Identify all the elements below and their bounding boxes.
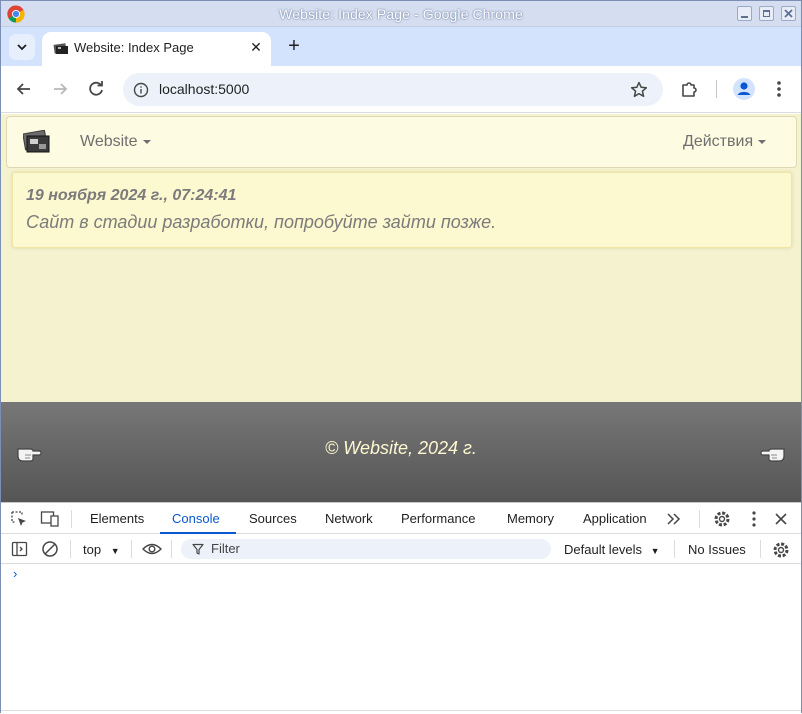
settings-gear-icon[interactable] [712, 509, 732, 529]
url-text: localhost:5000 [159, 81, 250, 97]
minimize-button[interactable] [737, 6, 752, 21]
devtools-tabbar: Elements Console Sources Network Perform… [1, 503, 801, 534]
dropdown-arrow-icon: ▼ [650, 546, 660, 556]
window-title: Website: Index Page - Google Chrome [279, 6, 523, 22]
dropdown-arrow-icon: ▼ [110, 546, 120, 556]
site-footer: © Website, 2024 г. [1, 402, 801, 502]
close-icon [784, 9, 793, 18]
tab-memory[interactable]: Memory [507, 511, 554, 526]
tab-title: Website: Index Page [74, 40, 194, 55]
maximize-button[interactable] [759, 6, 774, 21]
tab-strip: Website: Index Page ✕ + [1, 27, 801, 66]
devtools-divider [71, 510, 72, 528]
filter-placeholder: Filter [211, 541, 240, 556]
page-viewport: Website Действия 19 ноября 2024 г., 07:2… [1, 114, 801, 502]
site-info-icon[interactable] [133, 82, 149, 98]
site-logo[interactable] [23, 130, 51, 154]
caret-down-icon [142, 139, 151, 144]
tab-network[interactable]: Network [325, 511, 373, 526]
notice-alert: 19 ноября 2024 г., 07:24:41 Сайт в стади… [12, 172, 792, 248]
alert-date: 19 ноября 2024 г., 07:24:41 [26, 187, 237, 204]
tab-search-button[interactable] [9, 34, 35, 60]
new-tab-button[interactable]: + [282, 35, 306, 59]
log-levels-label: Default levels [564, 542, 643, 557]
devtools-panel: Elements Console Sources Network Perform… [1, 502, 801, 714]
devtools-divider [699, 510, 700, 528]
devtools-divider [70, 540, 71, 558]
context-selector[interactable]: top ▼ [83, 542, 120, 557]
pointing-hand-left-icon[interactable] [759, 440, 787, 464]
issues-counter[interactable]: No Issues [688, 542, 746, 557]
reload-icon[interactable] [84, 77, 108, 101]
footer-copyright: © Website, 2024 г. [325, 438, 477, 458]
console-filter-input[interactable]: Filter [181, 539, 551, 559]
log-levels-dropdown[interactable]: Default levels ▼ [564, 542, 660, 557]
devtools-more-icon[interactable] [745, 509, 763, 529]
tab-elements[interactable]: Elements [90, 511, 144, 526]
back-icon[interactable] [12, 77, 36, 101]
inspect-element-icon[interactable] [10, 510, 28, 528]
browser-window: Website: Index Page - Google Chrome Webs… [0, 0, 802, 714]
devtools-divider [171, 540, 172, 558]
devtools-divider [674, 540, 675, 558]
tab-performance[interactable]: Performance [401, 511, 475, 526]
browser-tab[interactable]: Website: Index Page ✕ [42, 32, 271, 66]
more-menu-icon[interactable] [769, 78, 789, 100]
tab-close-button[interactable]: ✕ [247, 38, 265, 56]
website-menu-label: Website [80, 133, 138, 150]
console-settings-gear-icon[interactable] [771, 540, 791, 560]
alert-message: Сайт в стадии разработки, попробуйте зай… [26, 212, 497, 232]
browser-toolbar: localhost:5000 [1, 66, 801, 113]
site-navbar: Website Действия [6, 116, 797, 168]
bookmark-star-icon[interactable] [629, 80, 649, 100]
filter-funnel-icon [192, 543, 204, 555]
title-bar: Website: Index Page - Google Chrome [1, 1, 801, 27]
toolbar-divider [716, 80, 717, 98]
devtools-divider [760, 540, 761, 558]
console-prompt[interactable]: › [13, 566, 17, 581]
context-selector-label: top [83, 542, 102, 557]
actions-menu-label: Действия [683, 133, 754, 150]
extensions-icon[interactable] [679, 78, 701, 100]
close-window-button[interactable] [781, 6, 796, 21]
caret-down-icon [758, 139, 767, 144]
site-favicon-icon [53, 43, 68, 54]
close-devtools-icon[interactable] [773, 511, 789, 527]
forward-icon[interactable] [48, 77, 72, 101]
address-bar[interactable]: localhost:5000 [123, 73, 663, 106]
chevron-down-icon [17, 44, 27, 51]
website-menu[interactable]: Website [80, 133, 151, 151]
devtools-bottom-edge [1, 710, 801, 714]
sidebar-toggle-icon[interactable] [11, 541, 29, 557]
tab-console[interactable]: Console [172, 511, 220, 526]
profile-avatar-icon[interactable] [732, 77, 756, 101]
actions-menu[interactable]: Действия [683, 133, 767, 151]
tab-application[interactable]: Application [583, 511, 647, 526]
clear-console-icon[interactable] [41, 540, 59, 558]
device-toolbar-icon[interactable] [40, 510, 60, 528]
tab-sources[interactable]: Sources [249, 511, 297, 526]
devtools-divider [131, 540, 132, 558]
console-toolbar: top ▼ Filter Default levels ▼ No Issues [1, 534, 801, 564]
live-expression-eye-icon[interactable] [141, 541, 163, 557]
more-tabs-icon[interactable] [665, 511, 683, 527]
